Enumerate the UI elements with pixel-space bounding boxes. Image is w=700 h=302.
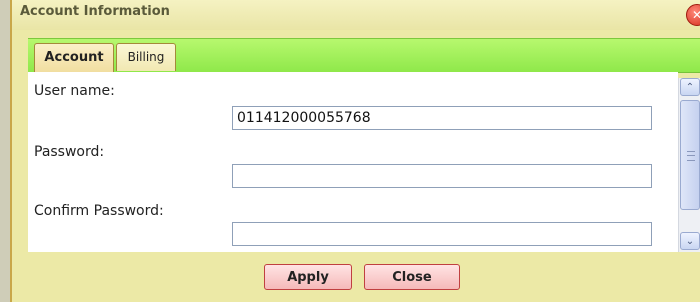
account-form-panel: User name: Password: Confirm Password: — [28, 72, 678, 252]
confirm-password-label: Confirm Password: — [34, 203, 164, 219]
username-label: User name: — [34, 83, 115, 99]
form-scrollbar[interactable]: ⌃ ⌄ — [678, 78, 700, 252]
account-information-dialog: Account Information ✕ Account Billing Us… — [10, 0, 700, 302]
apply-button[interactable]: Apply — [264, 264, 352, 290]
password-label: Password: — [34, 144, 105, 160]
tab-bar: Account Billing — [28, 38, 700, 73]
title-bar[interactable]: Account Information ✕ — [12, 0, 700, 30]
close-icon[interactable]: ✕ — [686, 4, 700, 26]
grip-icon — [687, 151, 695, 161]
scroll-up-icon[interactable]: ⌃ — [680, 78, 700, 96]
background-window-edge — [0, 0, 10, 302]
password-field[interactable] — [232, 164, 652, 188]
scroll-down-icon[interactable]: ⌄ — [680, 232, 700, 250]
username-field[interactable] — [232, 106, 652, 130]
confirm-password-field[interactable] — [232, 222, 652, 246]
scrollbar-thumb[interactable] — [680, 100, 700, 210]
dialog-title: Account Information — [20, 4, 170, 19]
close-button[interactable]: Close — [364, 264, 460, 290]
tab-account[interactable]: Account — [34, 43, 114, 72]
tab-billing[interactable]: Billing — [116, 43, 176, 71]
